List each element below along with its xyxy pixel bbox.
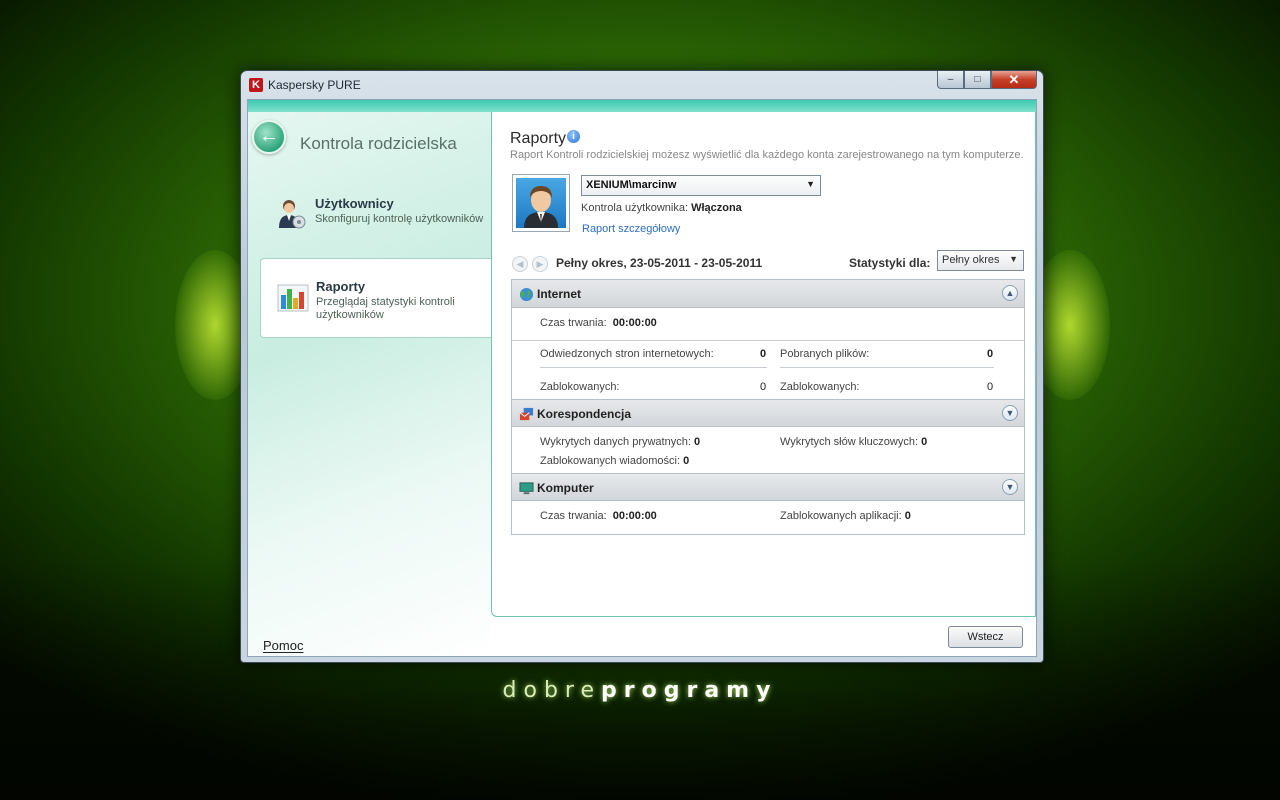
stat-value: 0: [904, 510, 911, 522]
page-title: Raporty i: [510, 130, 581, 148]
stat-label: Zablokowanych aplikacji:: [780, 510, 902, 522]
title-bar[interactable]: K Kaspersky PURE – □ ✕: [241, 71, 1043, 99]
period-select-value: Pełny okres: [942, 254, 1000, 266]
chevron-down-icon: ▼: [1009, 254, 1018, 264]
close-button[interactable]: ✕: [991, 71, 1037, 89]
branding-part2: programy: [601, 678, 778, 703]
expand-toggle-icon[interactable]: ▼: [1002, 479, 1018, 495]
page-title-text: Raporty: [510, 130, 567, 147]
user-avatar-icon: [524, 186, 558, 228]
stat-value: 0: [683, 455, 690, 467]
window-title: Kaspersky PURE: [268, 78, 361, 92]
detailed-report-link[interactable]: Raport szczegółowy: [582, 223, 680, 235]
sidebar-item-description: Przeglądaj statystyki kontroli użytkowni…: [316, 296, 455, 321]
section-title: Kontrola rodzicielska: [300, 134, 457, 153]
group-header-correspondence[interactable]: Korespondencja ▼: [512, 399, 1024, 427]
branding-logo: dobreprogramy: [0, 678, 1280, 703]
group-title: Internet: [537, 287, 582, 301]
control-status-value: Włączona: [691, 202, 742, 214]
mail-icon: [519, 407, 534, 421]
keywords-stat: Wykrytych słów kluczowych: 0: [780, 436, 927, 448]
computer-icon: [519, 482, 534, 495]
sidebar-item-description: Skonfiguruj kontrolę użytkowników: [315, 213, 484, 225]
stat-value: 00:00:00: [612, 510, 657, 522]
group-header-internet[interactable]: Internet ▲: [512, 280, 1024, 308]
private-data-stat: Wykrytych danych prywatnych: 0: [540, 436, 700, 448]
downloads-value: 0: [987, 348, 994, 360]
branding-part1: dobre: [502, 678, 602, 703]
stat-label: Czas trwania:: [540, 317, 607, 329]
collapse-toggle-icon[interactable]: ▲: [1002, 285, 1018, 301]
stat-value: 0: [921, 436, 928, 448]
divider: [540, 367, 767, 368]
visited-blocked-value: 0: [760, 381, 767, 393]
stat-label: Wykrytych słów kluczowych:: [780, 436, 919, 448]
stats-for-label: Statystyki dla:: [849, 256, 931, 270]
stat-label: Wykrytych danych prywatnych:: [540, 436, 691, 448]
header-accent-bar: [248, 100, 1036, 112]
group-title: Komputer: [537, 481, 594, 495]
stat-label: Zablokowanych wiadomości:: [540, 455, 681, 467]
selected-user: XENIUM\marcinw: [586, 179, 677, 191]
user-select-dropdown[interactable]: XENIUM\marcinw ▼: [581, 175, 821, 196]
group-header-computer[interactable]: Komputer ▼: [512, 473, 1024, 501]
report-groups: Internet ▲ Czas trwania: 00:00:00 Odwied…: [511, 279, 1025, 535]
stat-value: 0: [693, 436, 701, 448]
divider: [780, 367, 994, 368]
internet-duration: Czas trwania: 00:00:00: [540, 317, 657, 329]
app-window: K Kaspersky PURE – □ ✕ ← Kontrola rodzic…: [240, 70, 1044, 663]
blocked-apps-stat: Zablokowanych aplikacji: 0: [780, 510, 911, 522]
user-avatar-frame: [512, 174, 570, 232]
kaspersky-logo-icon: K: [249, 78, 263, 92]
info-icon[interactable]: i: [567, 130, 581, 143]
back-button[interactable]: Wstecz: [948, 626, 1023, 648]
chevron-down-icon: ▼: [806, 179, 815, 189]
help-link[interactable]: Pomoc: [263, 638, 303, 653]
globe-icon: [519, 287, 534, 302]
back-arrow-icon[interactable]: ←: [252, 120, 286, 154]
minimize-button[interactable]: –: [937, 71, 964, 89]
period-label: Pełny okres, 23-05-2011 - 23-05-2011: [556, 256, 763, 270]
sidebar-item-users[interactable]: Użytkownicy Skonfiguruj kontrolę użytkow…: [260, 176, 492, 256]
group-title: Korespondencja: [537, 407, 632, 421]
visited-blocked-label: Zablokowanych:: [540, 381, 620, 393]
downloads-blocked-value: 0: [987, 381, 994, 393]
bar-chart-icon: [277, 284, 309, 312]
maximize-button[interactable]: □: [964, 71, 991, 89]
page-subtitle: Raport Kontroli rodzicielskiej możesz wy…: [510, 149, 1024, 161]
control-status-label: Kontrola użytkownika:: [581, 202, 688, 214]
visited-pages-label: Odwiedzonych stron internetowych:: [540, 348, 714, 360]
next-period-button[interactable]: ▶: [532, 256, 548, 272]
avatar: [516, 178, 566, 228]
divider: [512, 340, 1024, 341]
sidebar-item-reports[interactable]: Raporty Przeglądaj statystyki kontroli u…: [260, 258, 492, 338]
downloads-label: Pobranych plików:: [780, 348, 870, 360]
sidebar-item-label: Użytkownicy: [315, 196, 394, 211]
control-status: Kontrola użytkownika: Włączona: [581, 202, 742, 214]
computer-duration: Czas trwania: 00:00:00: [540, 510, 657, 522]
downloads-blocked-label: Zablokowanych:: [780, 381, 860, 393]
sidebar-item-label: Raporty: [316, 279, 366, 294]
reports-panel: Raporty i Raport Kontroli rodzicielskiej …: [491, 112, 1036, 617]
sidebar: ← Kontrola rodzicielska Użytkownicy Skon…: [248, 112, 492, 656]
users-icon: [279, 200, 306, 229]
previous-period-button[interactable]: ◀: [512, 256, 528, 272]
stat-label: Czas trwania:: [540, 510, 607, 522]
blocked-messages-stat: Zablokowanych wiadomości: 0: [540, 455, 689, 467]
stat-value: 00:00:00: [612, 317, 657, 329]
visited-pages-value: 0: [760, 348, 767, 360]
window-client-area: ← Kontrola rodzicielska Użytkownicy Skon…: [247, 99, 1037, 657]
expand-toggle-icon[interactable]: ▼: [1002, 405, 1018, 421]
period-select-dropdown[interactable]: Pełny okres ▼: [937, 250, 1024, 271]
